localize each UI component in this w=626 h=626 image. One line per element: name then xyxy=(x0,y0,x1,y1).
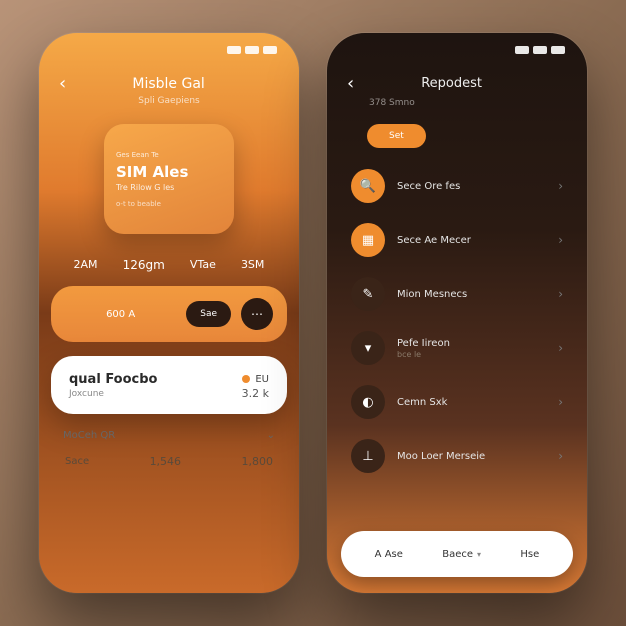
item-label: Cemn Sxk xyxy=(397,397,546,408)
chevron-right-icon: › xyxy=(558,287,563,301)
item-label: Pefe Iireon xyxy=(397,338,546,349)
back-icon[interactable]: ‹ xyxy=(59,73,66,94)
featured-line1: Ges Eean Te xyxy=(116,151,222,159)
filter-chip[interactable]: Set xyxy=(367,124,426,148)
list-item[interactable]: ▦ Sece Ae Mecer › xyxy=(345,214,569,266)
chevron-right-icon: › xyxy=(558,179,563,193)
chevron-right-icon: › xyxy=(558,233,563,247)
bottom-label: Sace xyxy=(65,456,89,467)
bottom-row: Sace 1,546 1,800 xyxy=(65,455,273,468)
left-header: ‹ Misble Gal xyxy=(39,67,299,98)
back-icon[interactable]: ‹ xyxy=(347,73,354,94)
bottom-val2: 1,800 xyxy=(241,455,273,468)
tab-1[interactable]: A Ase xyxy=(375,549,403,560)
chevron-down-icon: ⌄ xyxy=(267,430,275,441)
pill-row: 600 A Sae ⋯ xyxy=(51,286,287,342)
item-label: Sece Ore fes xyxy=(397,181,546,192)
grid-icon: ▦ xyxy=(351,223,385,257)
list-item[interactable]: ▾ Pefe Iireon bce le › xyxy=(345,322,569,374)
settings-list: 🔍 Sece Ore fes › ▦ Sece Ae Mecer › ✎ Mio… xyxy=(327,156,587,521)
featured-line2: SIM Ales xyxy=(116,163,222,181)
info-card[interactable]: qual Foocbo Joxcune EU 3.2 k xyxy=(51,356,287,414)
chevron-right-icon: › xyxy=(558,395,563,409)
card-subtitle: Joxcune xyxy=(69,389,157,399)
status-bar xyxy=(327,33,587,67)
card-badge: EU xyxy=(242,374,269,385)
qr-row[interactable]: MoCeh QR ⌄ xyxy=(63,430,275,441)
more-icon[interactable]: ⋯ xyxy=(241,298,273,330)
list-item[interactable]: 🔍 Sece Ore fes › xyxy=(345,160,569,212)
right-title: Repodest xyxy=(354,76,549,91)
status-bar xyxy=(39,33,299,67)
item-label: Sece Ae Mecer xyxy=(397,235,546,246)
time-c: VTae xyxy=(190,258,216,272)
chevron-down-icon: ▾ xyxy=(477,550,481,559)
phone-right-screen: ‹ Repodest 378 Smno Set 🔍 Sece Ore fes ›… xyxy=(327,33,587,593)
tab-3[interactable]: Hse xyxy=(520,549,539,560)
time-b: 126gm xyxy=(123,258,165,272)
list-item[interactable]: ◐ Cemn Sxk › xyxy=(345,376,569,428)
phone-left-screen: ‹ Misble Gal Spli Gaepiens Ges Eean Te S… xyxy=(39,33,299,593)
status-icons xyxy=(515,46,565,54)
featured-card[interactable]: Ges Eean Te SIM Ales Tre Rilow G les o-t… xyxy=(104,124,234,234)
right-header: ‹ Repodest xyxy=(327,67,587,100)
list-item[interactable]: ⊥ Moo Loer Merseie › xyxy=(345,430,569,482)
tab-2[interactable]: Baece▾ xyxy=(442,549,481,560)
time-row: 2AM 126gm VTae 3SM xyxy=(39,234,299,282)
bottom-nav: A Ase Baece▾ Hse xyxy=(341,531,573,577)
edit-icon: ✎ xyxy=(351,277,385,311)
search-icon: 🔍 xyxy=(351,169,385,203)
mode-icon: ◐ xyxy=(351,385,385,419)
pill-button[interactable]: Sae xyxy=(186,301,231,327)
card-title: qual Foocbo xyxy=(69,372,157,387)
chevron-right-icon: › xyxy=(558,449,563,463)
right-subtitle: 378 Smno xyxy=(327,98,587,108)
anchor-icon: ⊥ xyxy=(351,439,385,473)
chevron-right-icon: › xyxy=(558,341,563,355)
down-icon: ▾ xyxy=(351,331,385,365)
pill-label: 600 A xyxy=(65,309,176,320)
status-icons xyxy=(227,46,277,54)
featured-line4: o-t to beable xyxy=(116,200,222,208)
item-sub: bce le xyxy=(397,350,546,359)
left-subtitle: Spli Gaepiens xyxy=(39,96,299,106)
list-item[interactable]: ✎ Mion Mesnecs › xyxy=(345,268,569,320)
time-d: 3SM xyxy=(241,258,264,272)
time-a: 2AM xyxy=(74,258,98,272)
item-label: Moo Loer Merseie xyxy=(397,451,546,462)
bottom-val1: 1,546 xyxy=(150,455,182,468)
qr-label: MoCeh QR xyxy=(63,430,115,441)
left-title: Misble Gal xyxy=(76,76,261,92)
item-label: Mion Mesnecs xyxy=(397,289,546,300)
featured-line3: Tre Rilow G les xyxy=(116,183,222,192)
